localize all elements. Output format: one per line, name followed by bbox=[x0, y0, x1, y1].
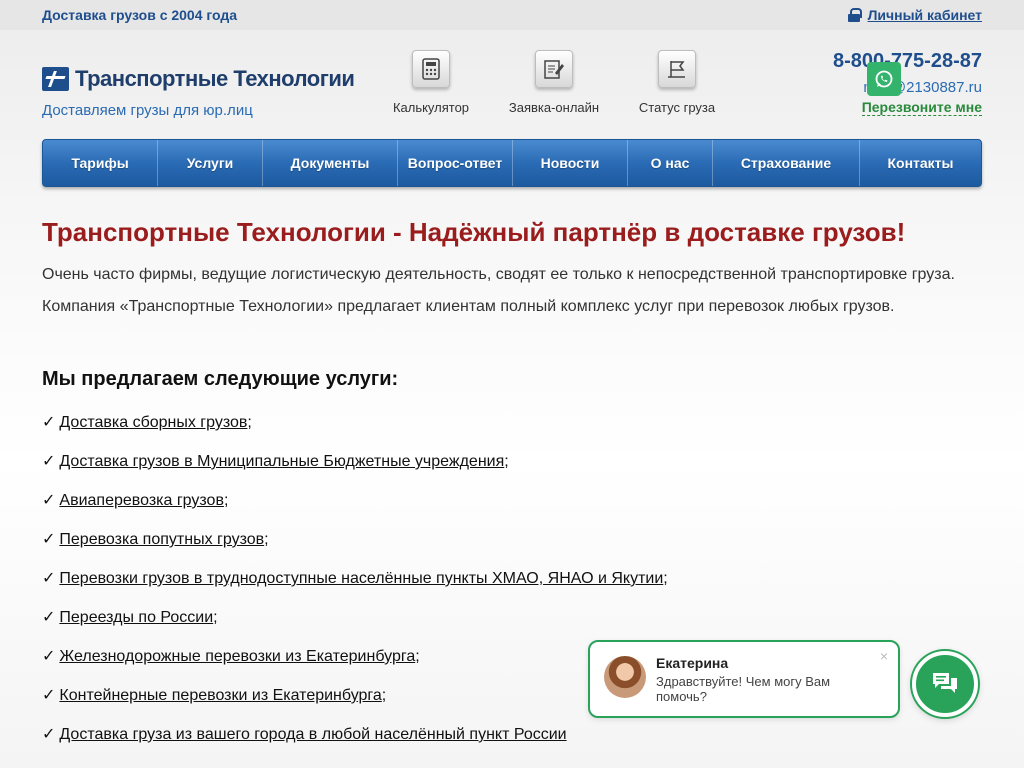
check-icon: ✓ bbox=[42, 531, 56, 548]
nav-item-about[interactable]: О нас bbox=[628, 140, 713, 186]
nav-item-contacts[interactable]: Контакты bbox=[860, 140, 981, 186]
intro-paragraph-2: Компания «Транспортные Технологии» предл… bbox=[42, 298, 895, 315]
page-title: Транспортные Технологии - Надёжный партн… bbox=[42, 217, 906, 247]
service-suffix: ; bbox=[264, 531, 269, 548]
callback-button[interactable]: Перезвоните мне bbox=[861, 99, 982, 116]
nav-item-faq[interactable]: Вопрос-ответ bbox=[398, 140, 513, 186]
site-logo[interactable]: Транспортные Технологии bbox=[42, 66, 355, 92]
chat-icon bbox=[933, 673, 957, 693]
phone-number[interactable]: 8-800-775-28-87 bbox=[833, 50, 982, 73]
nav-item-tariffs[interactable]: Тарифы bbox=[43, 140, 158, 186]
personal-cabinet-label: Личный кабинет bbox=[867, 7, 982, 23]
calculator-icon[interactable] bbox=[412, 50, 450, 88]
nav-item-services[interactable]: Услуги bbox=[158, 140, 263, 186]
service-link[interactable]: Перевозки грузов в труднодоступные насел… bbox=[59, 570, 663, 587]
list-item: ✓ Перевозки грузов в труднодоступные насе… bbox=[42, 568, 982, 607]
service-link[interactable]: Доставка грузов в Муниципальные Бюджетны… bbox=[59, 453, 504, 470]
check-icon: ✓ bbox=[42, 609, 56, 626]
nav-item-insurance[interactable]: Страхование bbox=[713, 140, 860, 186]
service-link[interactable]: Доставка сборных грузов bbox=[59, 414, 247, 431]
service-link[interactable]: Железнодорожные перевозки из Екатеринбур… bbox=[59, 648, 415, 665]
whatsapp-icon[interactable] bbox=[867, 62, 901, 96]
tagline: Доставляем грузы для юр.лиц bbox=[42, 102, 253, 119]
email-link[interactable]: mail@2130887.ru bbox=[833, 79, 982, 96]
site-header: Транспортные Технологии Доставляем грузы… bbox=[0, 30, 1024, 140]
contact-block: 8-800-775-28-87 mail@2130887.ru Перезвон… bbox=[833, 50, 982, 117]
service-link[interactable]: Доставка груза из вашего города в любой … bbox=[59, 726, 566, 743]
check-icon: ✓ bbox=[42, 453, 56, 470]
check-icon: ✓ bbox=[42, 726, 56, 743]
service-suffix: ; bbox=[247, 414, 252, 431]
cargo-status-link[interactable]: Статус груза bbox=[617, 50, 737, 115]
nav-item-documents[interactable]: Документы bbox=[263, 140, 398, 186]
check-icon: ✓ bbox=[42, 492, 56, 509]
calculator-label: Калькулятор bbox=[392, 100, 470, 115]
check-icon: ✓ bbox=[42, 648, 56, 665]
check-icon: ✓ bbox=[42, 687, 56, 704]
close-icon[interactable]: × bbox=[880, 648, 888, 664]
calculator-link[interactable]: Калькулятор bbox=[371, 50, 491, 115]
service-suffix: ; bbox=[381, 687, 387, 704]
service-suffix: ; bbox=[223, 492, 229, 509]
chat-popup[interactable]: Екатерина Здравствуйте! Чем могу Вам пом… bbox=[588, 640, 900, 718]
flag-icon[interactable] bbox=[658, 50, 696, 88]
online-request-link[interactable]: Заявка-онлайн bbox=[494, 50, 614, 115]
service-link[interactable]: Перевозка попутных грузов bbox=[59, 531, 264, 548]
service-suffix: ; bbox=[504, 453, 509, 470]
service-suffix: ; bbox=[213, 609, 218, 626]
main-navigation: Тарифы Услуги Документы Вопрос-ответ Нов… bbox=[42, 139, 982, 187]
list-item: ✓ Доставка грузов в Муниципальные Бюджетн… bbox=[42, 451, 982, 490]
chat-operator-name: Екатерина bbox=[656, 655, 729, 671]
nav-item-news[interactable]: Новости bbox=[513, 140, 628, 186]
avatar bbox=[604, 656, 646, 698]
list-item: ✓ Авиаперевозка грузов; bbox=[42, 490, 982, 529]
cargo-status-label: Статус груза bbox=[638, 100, 716, 115]
service-suffix: ; bbox=[415, 648, 420, 665]
list-item: ✓ Перевозка попутных грузов; bbox=[42, 529, 982, 568]
lock-icon bbox=[847, 8, 862, 22]
logo-text: Транспортные Технологии bbox=[75, 66, 355, 91]
service-suffix: ; bbox=[663, 570, 668, 587]
edit-form-icon[interactable] bbox=[535, 50, 573, 88]
list-item: ✓ Доставка груза из вашего города в любой… bbox=[42, 724, 982, 763]
personal-cabinet-link[interactable]: Личный кабинет bbox=[847, 7, 982, 23]
since-text: Доставка грузов с 2004 года bbox=[42, 7, 238, 23]
services-heading: Мы предлагаем следующие услуги: bbox=[42, 368, 399, 390]
service-link[interactable]: Авиаперевозка грузов bbox=[59, 492, 224, 509]
top-bar: Доставка грузов с 2004 года Личный кабин… bbox=[0, 0, 1024, 30]
logo-mark-icon bbox=[42, 67, 69, 91]
online-request-label: Заявка-онлайн bbox=[508, 100, 600, 115]
service-link[interactable]: Переезды по России bbox=[59, 609, 213, 626]
service-link[interactable]: Контейнерные перевозки из Екатеринбурга bbox=[59, 687, 381, 704]
chat-open-button[interactable] bbox=[912, 651, 978, 717]
chat-message: Здравствуйте! Чем могу Вам помочь? bbox=[656, 674, 831, 704]
check-icon: ✓ bbox=[42, 414, 56, 431]
list-item: ✓ Доставка сборных грузов; bbox=[42, 412, 982, 451]
check-icon: ✓ bbox=[42, 570, 56, 587]
intro-paragraph-1: Очень часто фирмы, ведущие логистическую… bbox=[42, 266, 955, 283]
